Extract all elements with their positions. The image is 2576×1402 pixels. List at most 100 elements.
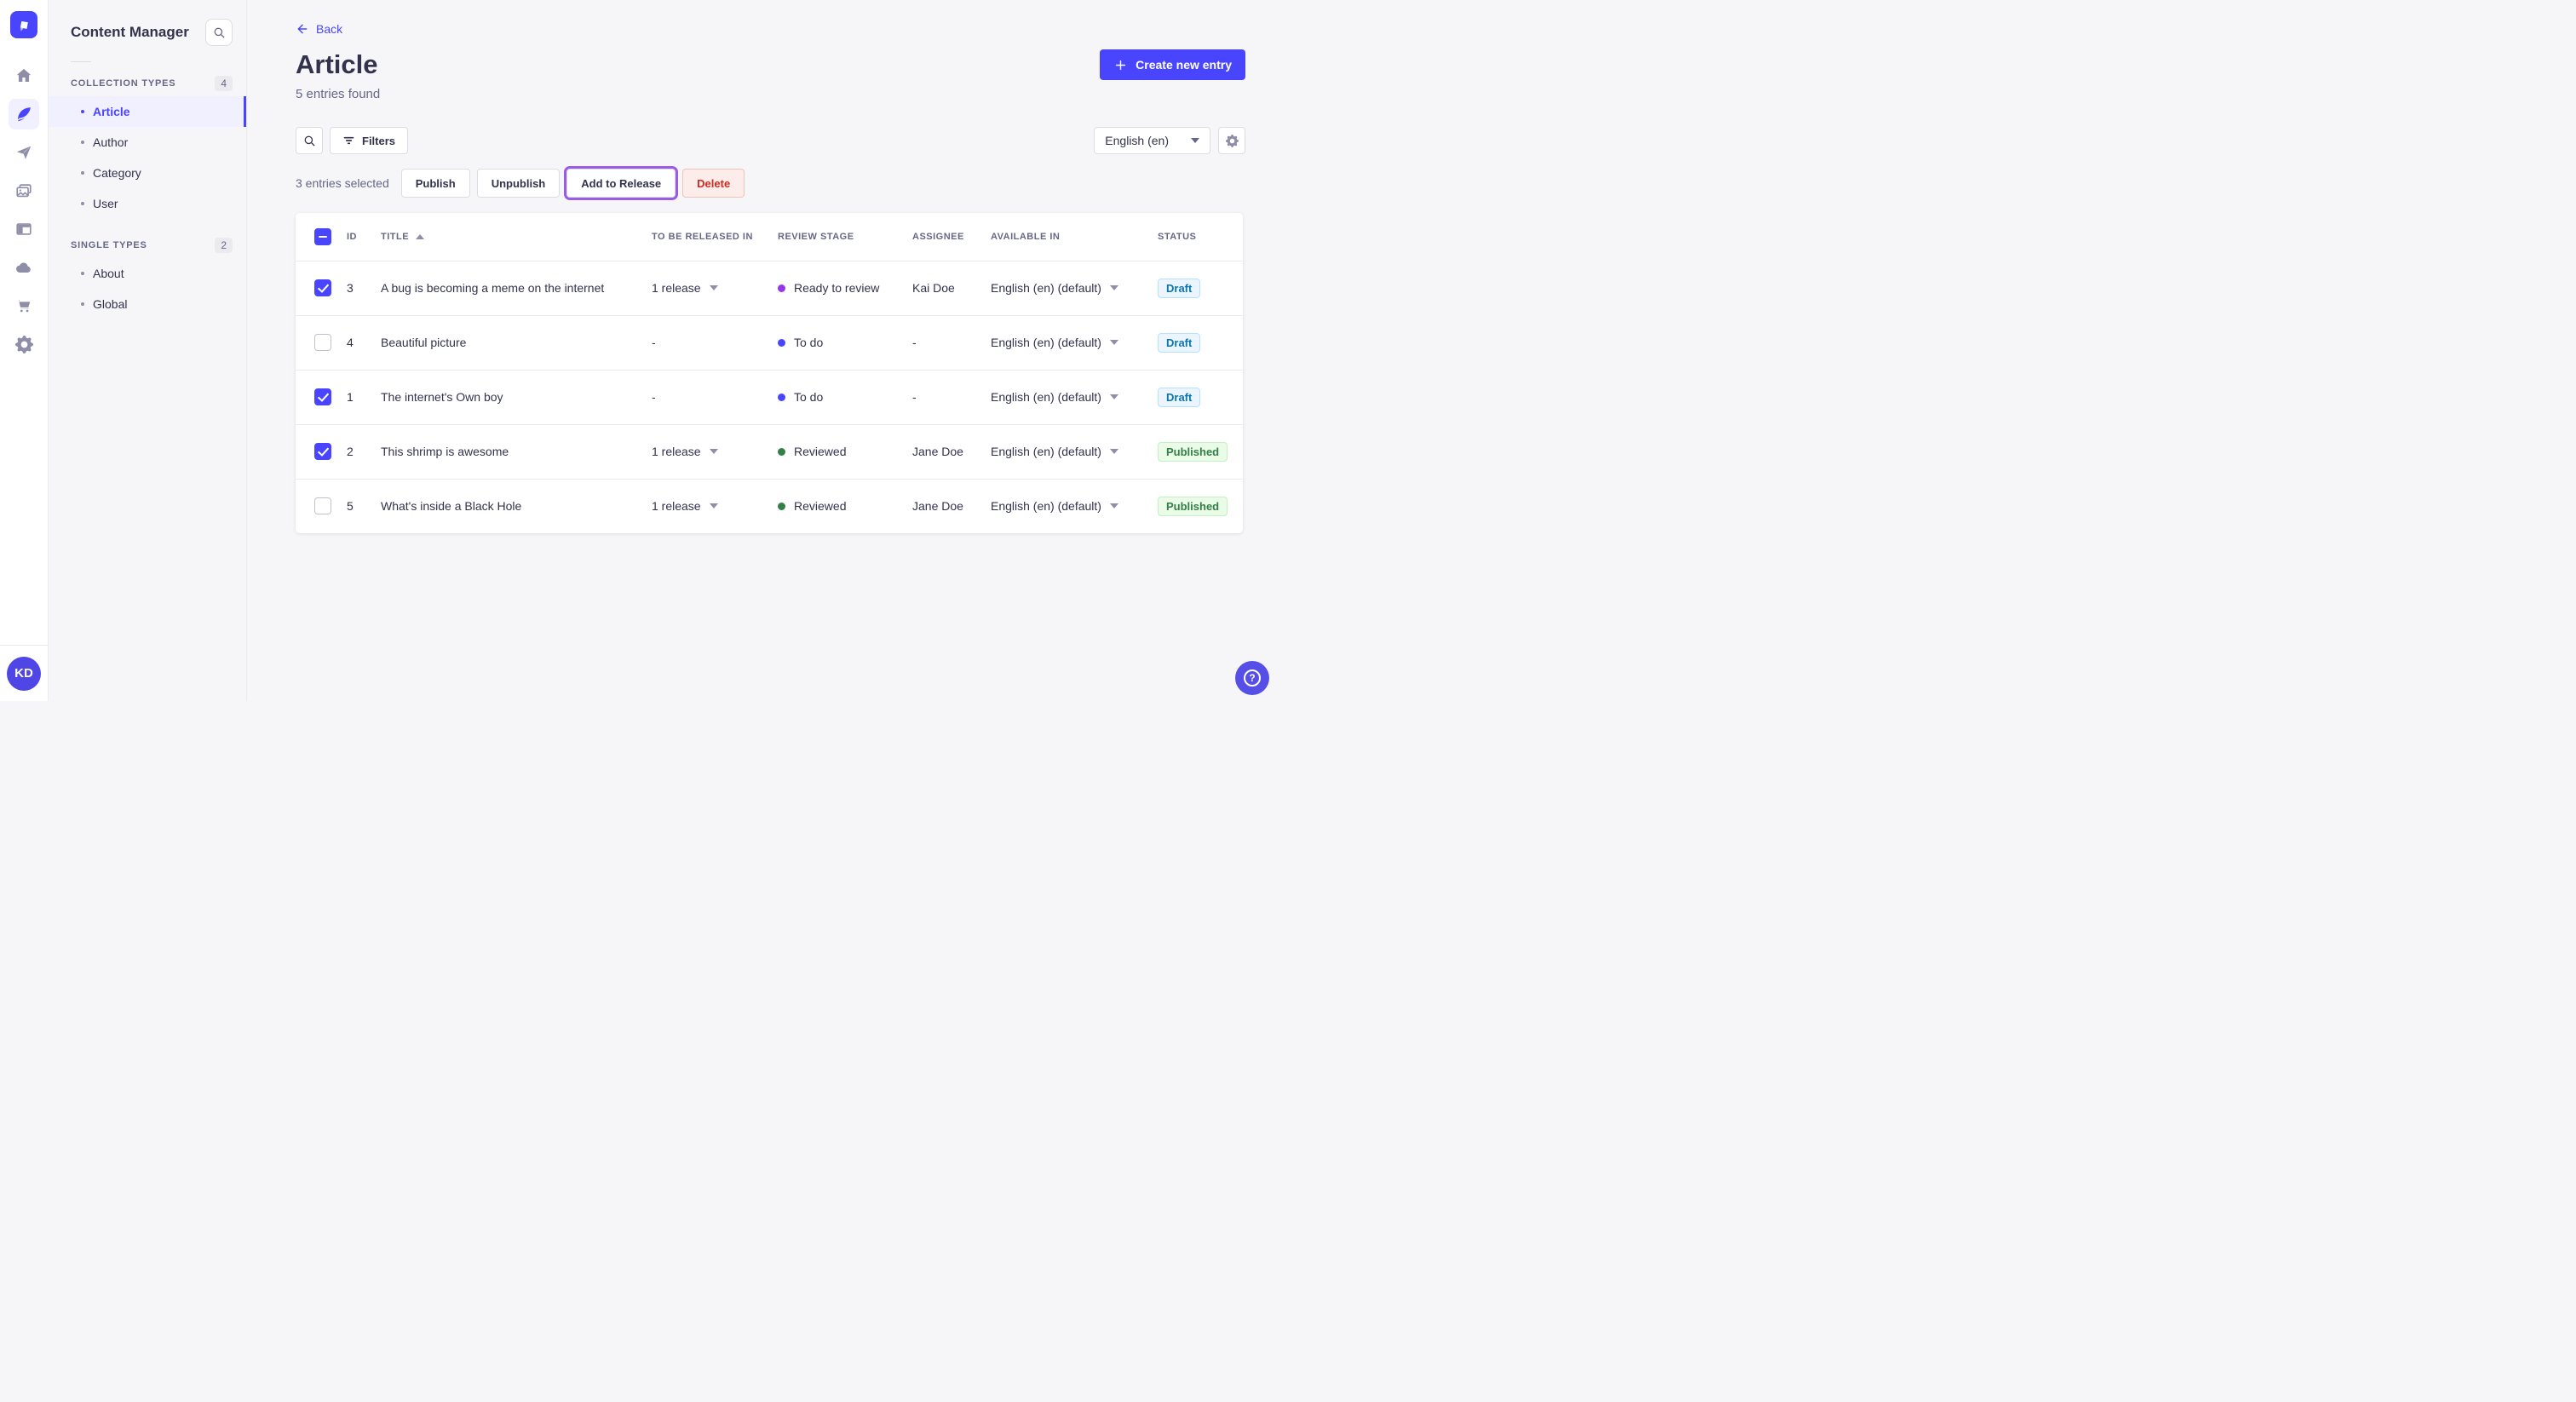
cell-review-stage: To do: [778, 390, 912, 404]
status-badge: Published: [1158, 496, 1228, 516]
home-icon[interactable]: [9, 60, 39, 91]
cell-available-in[interactable]: English (en) (default): [991, 281, 1158, 295]
sidebar-item-author[interactable]: Author: [49, 127, 246, 158]
search-button[interactable]: [296, 127, 323, 154]
sidebar-item-user[interactable]: User: [49, 188, 246, 219]
selection-bar: 3 entries selected Publish Unpublish Add…: [296, 166, 1245, 200]
releases-paper-plane-icon[interactable]: [9, 137, 39, 168]
create-new-entry-button[interactable]: Create new entry: [1100, 49, 1245, 80]
media-library-icon[interactable]: [9, 175, 39, 206]
filter-icon: [343, 136, 354, 145]
delete-button[interactable]: Delete: [682, 169, 745, 198]
unpublish-button[interactable]: Unpublish: [476, 169, 561, 198]
cell-release[interactable]: -: [652, 336, 778, 349]
sidebar-item-global[interactable]: Global: [49, 289, 246, 319]
table-row[interactable]: 3 A bug is becoming a meme on the intern…: [296, 261, 1243, 315]
main-nav-rail: KD: [0, 0, 49, 701]
locale-caret-icon: [1109, 449, 1118, 454]
collection-types-count: 4: [215, 76, 233, 91]
table-header-row: ID TITLE TO BE RELEASED IN REVIEW STAGE …: [296, 213, 1243, 261]
marketplace-cart-icon[interactable]: [9, 290, 39, 321]
stage-dot: [778, 502, 785, 510]
column-header-status[interactable]: STATUS: [1158, 213, 1243, 261]
bullet-icon: [81, 171, 84, 175]
bullet-icon: [81, 302, 84, 306]
column-header-available-in[interactable]: AVAILABLE IN: [991, 213, 1158, 261]
cell-available-in[interactable]: English (en) (default): [991, 336, 1158, 349]
back-link[interactable]: Back: [296, 22, 342, 36]
plus-icon: [1116, 60, 1126, 70]
cell-available-in[interactable]: English (en) (default): [991, 499, 1158, 513]
bullet-icon: [81, 141, 84, 144]
sidebar-item-article[interactable]: Article: [49, 96, 246, 127]
cell-title: What's inside a Black Hole: [381, 499, 522, 514]
column-header-title[interactable]: TITLE: [381, 213, 652, 261]
status-badge: Published: [1158, 441, 1228, 462]
content-type-builder-icon[interactable]: [9, 214, 39, 244]
status-badge: Draft: [1158, 387, 1201, 407]
column-header-release[interactable]: TO BE RELEASED IN: [652, 213, 778, 261]
entries-table: ID TITLE TO BE RELEASED IN REVIEW STAGE …: [296, 213, 1243, 533]
strapi-logo-icon[interactable]: [10, 11, 37, 38]
publish-button[interactable]: Publish: [400, 169, 470, 198]
sidebar-item-about[interactable]: About: [49, 258, 246, 289]
cell-release[interactable]: 1 release: [652, 281, 778, 295]
subnav-search-button[interactable]: [205, 19, 233, 46]
row-checkbox[interactable]: [314, 388, 331, 405]
help-button[interactable]: ?: [1235, 661, 1269, 695]
cell-release[interactable]: 1 release: [652, 499, 778, 513]
filters-button[interactable]: Filters: [330, 127, 409, 154]
toolbar: Filters English (en): [296, 127, 1245, 154]
cell-review-stage: Ready to review: [778, 281, 912, 295]
cell-release[interactable]: 1 release: [652, 445, 778, 458]
cell-review-stage: Reviewed: [778, 499, 912, 513]
locale-caret-icon: [1109, 340, 1118, 345]
cell-title: The internet's Own boy: [381, 390, 503, 404]
single-types-label: SINGLE TYPES: [71, 240, 147, 250]
divider: [71, 61, 91, 62]
sidebar-item-category[interactable]: Category: [49, 158, 246, 188]
table-row[interactable]: 5 What's inside a Black Hole 1 release R…: [296, 479, 1243, 533]
column-header-assignee[interactable]: ASSIGNEE: [912, 213, 991, 261]
table-row[interactable]: 2 This shrimp is awesome 1 release Revie…: [296, 424, 1243, 479]
cell-assignee: -: [912, 390, 917, 404]
release-caret-icon: [709, 503, 718, 509]
stage-dot: [778, 284, 785, 292]
view-settings-button[interactable]: [1218, 127, 1245, 154]
table-row[interactable]: 4 Beautiful picture - To do - English (e…: [296, 315, 1243, 370]
locale-select[interactable]: English (en): [1094, 127, 1210, 154]
content-manager-feather-icon[interactable]: [9, 99, 39, 129]
cloud-icon[interactable]: [9, 252, 39, 283]
locale-caret-icon: [1109, 285, 1118, 290]
cell-id: 5: [347, 499, 354, 514]
cell-release[interactable]: -: [652, 390, 778, 404]
cell-id: 2: [347, 445, 354, 458]
bullet-icon: [81, 202, 84, 205]
cell-available-in[interactable]: English (en) (default): [991, 445, 1158, 458]
cell-title: Beautiful picture: [381, 336, 467, 349]
user-avatar[interactable]: KD: [7, 656, 41, 691]
app-window: KD Content Manager COLLECTION TYPES 4 Ar…: [0, 0, 1288, 701]
gear-icon: [1225, 134, 1239, 147]
selected-count-text: 3 entries selected: [296, 176, 389, 190]
row-checkbox[interactable]: [314, 443, 331, 460]
cell-assignee: Jane Doe: [912, 499, 963, 514]
cell-assignee: -: [912, 336, 917, 349]
column-header-id[interactable]: ID: [347, 213, 381, 261]
cell-title: This shrimp is awesome: [381, 445, 509, 458]
add-to-release-button[interactable]: Add to Release: [564, 166, 679, 200]
cell-title: A bug is becoming a meme on the internet: [381, 281, 605, 295]
cell-available-in[interactable]: English (en) (default): [991, 390, 1158, 404]
row-checkbox[interactable]: [314, 497, 331, 515]
table-row[interactable]: 1 The internet's Own boy - To do - Engli…: [296, 370, 1243, 424]
settings-gear-icon[interactable]: [9, 329, 39, 359]
locale-caret-icon: [1109, 394, 1118, 399]
stage-dot: [778, 338, 785, 347]
row-checkbox[interactable]: [314, 334, 331, 351]
select-all-checkbox[interactable]: [314, 227, 331, 245]
column-header-review-stage[interactable]: REVIEW STAGE: [778, 213, 912, 261]
status-badge: Draft: [1158, 278, 1201, 298]
cell-assignee: Jane Doe: [912, 445, 963, 458]
back-arrow-icon: [297, 24, 308, 34]
row-checkbox[interactable]: [314, 279, 331, 296]
